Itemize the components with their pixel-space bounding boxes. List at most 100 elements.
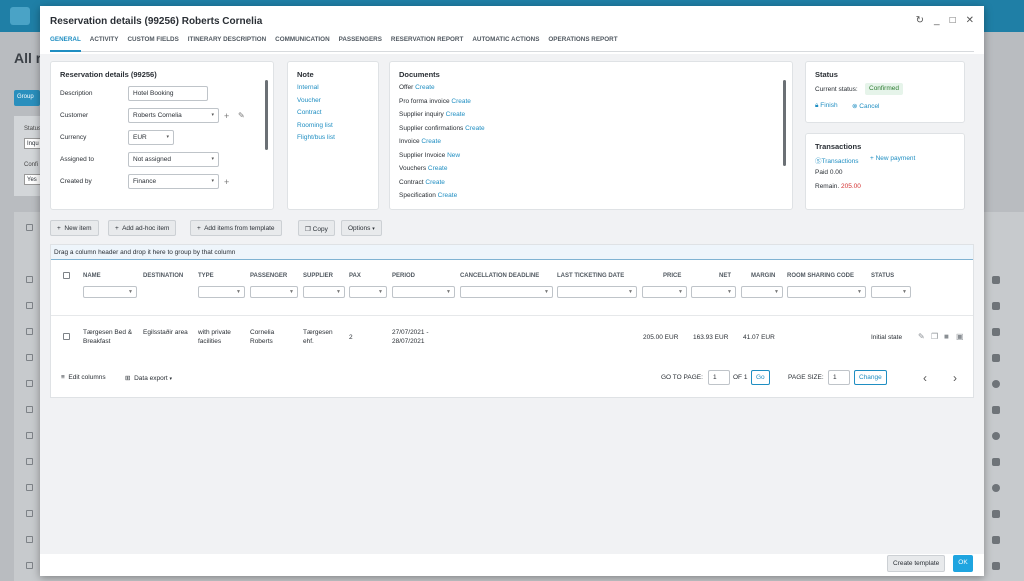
copy-row-icon[interactable]: ❐ xyxy=(931,332,938,341)
column-header-name[interactable]: NAME xyxy=(83,273,101,279)
cancel-circle-icon: ⊗ xyxy=(852,103,858,110)
assigned-to-select[interactable]: Not assigned ▾ xyxy=(128,152,219,167)
document-action-link[interactable]: Create xyxy=(465,125,485,132)
column-header-room-sharing-code[interactable]: ROOM SHARING CODE xyxy=(787,273,854,279)
create-template-button[interactable]: Create template xyxy=(887,555,946,572)
delete-row-icon[interactable]: ■ xyxy=(944,332,949,341)
refresh-icon[interactable]: ↻ xyxy=(916,15,924,26)
filter-margin[interactable]: ▼ xyxy=(741,286,783,298)
filter-last-ticketing-date[interactable]: ▼ xyxy=(557,286,637,298)
change-button[interactable]: Change xyxy=(854,370,887,385)
finish-button[interactable]: 🔒︎ Finish xyxy=(815,102,838,110)
add-created-by-icon[interactable]: + xyxy=(224,177,229,187)
tab-activity[interactable]: ACTIVITY xyxy=(90,36,119,52)
tab-general[interactable]: GENERAL xyxy=(50,36,81,52)
documents-scrollbar[interactable] xyxy=(783,80,786,166)
copy-button[interactable]: ❐ Copy xyxy=(298,220,335,236)
background-row-checkbox xyxy=(26,224,33,231)
previous-page-icon[interactable]: ‹ xyxy=(923,371,927,385)
dialog-footer xyxy=(40,554,984,576)
close-icon[interactable]: ✕ xyxy=(966,15,974,26)
filter-status[interactable]: ▼ xyxy=(871,286,911,298)
column-header-margin[interactable]: MARGIN xyxy=(751,273,775,279)
column-header-passenger[interactable]: PASSENGER xyxy=(250,273,287,279)
column-header-period[interactable]: PERIOD xyxy=(392,273,415,279)
column-header-type[interactable]: TYPE xyxy=(198,273,214,279)
document-action-link[interactable]: Create xyxy=(428,165,448,172)
column-header-supplier[interactable]: SUPPLIER xyxy=(303,273,333,279)
description-field[interactable]: Hotel Booking xyxy=(128,86,208,101)
edit-customer-icon[interactable]: ✎ xyxy=(238,111,245,120)
note-internal-link[interactable]: Internal xyxy=(297,84,319,91)
filter-supplier[interactable]: ▼ xyxy=(303,286,345,298)
tab-automatic-actions[interactable]: AUTOMATIC ACTIONS xyxy=(472,36,539,52)
go-to-page-input[interactable]: 1 xyxy=(708,370,730,385)
filter-icon: ▼ xyxy=(446,289,451,295)
tab-operations-report[interactable]: OPERATIONS REPORT xyxy=(548,36,617,52)
options-button[interactable]: Options ▾ xyxy=(341,220,382,236)
document-action-link[interactable]: New xyxy=(447,152,460,159)
filter-room-sharing-code[interactable]: ▼ xyxy=(787,286,866,298)
currency-select[interactable]: EUR ▾ xyxy=(128,130,174,145)
column-header-net[interactable]: NET xyxy=(719,273,731,279)
document-action-link[interactable]: Create xyxy=(415,84,435,91)
document-action-link[interactable]: Create xyxy=(421,138,441,145)
details-scrollbar[interactable] xyxy=(265,80,268,150)
column-header-destination[interactable]: DESTINATION xyxy=(143,273,183,279)
data-export-button[interactable]: ⊞ Data export ▾ xyxy=(125,374,172,382)
row-checkbox[interactable] xyxy=(63,333,70,340)
item-supplier-link[interactable]: Tærgesen ehf. xyxy=(303,328,345,346)
customer-select[interactable]: Roberts Cornelia ▾ xyxy=(128,108,219,123)
item-name-link[interactable]: Tærgesen Bed & Breakfast xyxy=(83,328,139,346)
filter-period[interactable]: ▼ xyxy=(392,286,455,298)
column-header-status[interactable]: STATUS xyxy=(871,273,894,279)
add-customer-icon[interactable]: + xyxy=(224,111,229,121)
tab-custom-fields[interactable]: CUSTOM FIELDS xyxy=(127,36,178,52)
filter-name[interactable]: ▼ xyxy=(83,286,137,298)
column-header-cancellation-deadline[interactable]: CANCELLATION DEADLINE xyxy=(460,273,539,279)
new-item-button[interactable]: + New item xyxy=(50,220,99,236)
voucher-row-icon[interactable]: ▣ xyxy=(956,332,964,341)
column-header-price[interactable]: PRICE xyxy=(663,273,681,279)
next-page-icon[interactable]: › xyxy=(953,371,957,385)
tab-communication[interactable]: COMMUNICATION xyxy=(275,36,329,52)
item-status-link[interactable]: Initial state xyxy=(871,333,902,342)
tab-itinerary-description[interactable]: ITINERARY DESCRIPTION xyxy=(188,36,266,52)
column-header-last-ticketing-date[interactable]: LAST TICKETING DATE xyxy=(557,273,624,279)
documents-title: Documents xyxy=(399,70,440,79)
add-items-from-template-button[interactable]: + Add items from template xyxy=(190,220,282,236)
document-action-link[interactable]: Create xyxy=(446,111,466,118)
filter-type[interactable]: ▼ xyxy=(198,286,245,298)
add-ad-hoc-item-button[interactable]: + Add ad-hoc item xyxy=(108,220,177,236)
note-flight-bus-list-link[interactable]: Flight/bus list xyxy=(297,134,335,141)
select-all-checkbox[interactable] xyxy=(63,272,70,279)
filter-net[interactable]: ▼ xyxy=(691,286,736,298)
filter-cancellation-deadline[interactable]: ▼ xyxy=(460,286,553,298)
filter-pax[interactable]: ▼ xyxy=(349,286,387,298)
cancel-button[interactable]: ⊗ Cancel xyxy=(852,102,880,110)
new-payment-button[interactable]: + New payment xyxy=(870,155,915,162)
minimize-icon[interactable]: _ xyxy=(934,15,940,26)
chevron-down-icon: ▾ xyxy=(211,156,214,162)
ok-button[interactable]: OK xyxy=(953,555,973,572)
tab-passengers[interactable]: PASSENGERS xyxy=(339,36,382,52)
go-button[interactable]: Go xyxy=(751,370,770,385)
page-size-input[interactable]: 1 xyxy=(828,370,850,385)
document-action-link[interactable]: Create xyxy=(438,192,458,199)
edit-row-icon[interactable]: ✎ xyxy=(918,332,925,341)
tab-reservation-report[interactable]: RESERVATION REPORT xyxy=(391,36,463,52)
document-action-link[interactable]: Create xyxy=(451,98,471,105)
maximize-icon[interactable]: □ xyxy=(950,15,956,26)
document-action-link[interactable]: Create xyxy=(425,179,445,186)
filter-passenger[interactable]: ▼ xyxy=(250,286,298,298)
created-by-select[interactable]: Finance ▾ xyxy=(128,174,219,189)
background-row-checkbox xyxy=(26,432,33,439)
edit-columns-button[interactable]: ≡ Edit columns xyxy=(61,374,106,381)
note-rooming-list-link[interactable]: Rooming list xyxy=(297,122,333,129)
column-header-pax[interactable]: PAX xyxy=(349,273,361,279)
note-voucher-link[interactable]: Voucher xyxy=(297,97,321,104)
note-contract-link[interactable]: Contract xyxy=(297,109,322,116)
note-card: Note Internal Voucher Contract Rooming l… xyxy=(287,61,379,210)
filter-price[interactable]: ▼ xyxy=(642,286,687,298)
transactions-link[interactable]: ⓈTransactions xyxy=(815,155,858,165)
